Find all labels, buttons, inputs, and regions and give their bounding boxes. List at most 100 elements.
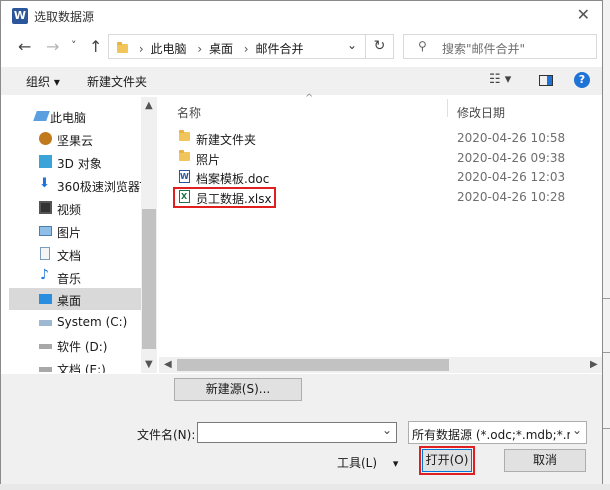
background-window-bottom	[0, 484, 610, 490]
dialog-title: 选取数据源	[34, 10, 95, 24]
file-row[interactable]: 新建文件夹 2020-04-26 10:58	[173, 128, 593, 148]
file-name: 新建文件夹	[196, 133, 257, 147]
address-bar[interactable]: › 此电脑 › 桌面 › 邮件合并 ⌄	[108, 34, 366, 59]
sidebar-item-label: 此电脑	[50, 111, 87, 125]
nut-cloud-icon	[39, 132, 52, 145]
file-row[interactable]: 档案模板.doc 2020-04-26 12:03	[173, 167, 593, 187]
scroll-up-icon[interactable]: ▲	[145, 100, 153, 111]
sidebar-item-documents[interactable]: 文档	[9, 243, 141, 265]
title-bar: W 选取数据源 ✕	[1, 1, 602, 31]
up-arrow-icon[interactable]: ↑	[89, 37, 102, 56]
sidebar-item-music[interactable]: ♪ 音乐	[9, 266, 141, 288]
scroll-down-icon[interactable]: ▼	[145, 359, 153, 370]
file-name: 档案模板.doc	[196, 172, 270, 186]
sidebar-item-pictures[interactable]: 图片	[9, 220, 141, 242]
tools-menu[interactable]: 工具(L) ▾	[337, 454, 398, 471]
file-type-value: 所有数据源 (*.odc;*.mdb;*.md(	[412, 428, 570, 442]
scrollbar-thumb[interactable]	[177, 359, 449, 371]
file-date: 2020-04-26 09:38	[457, 151, 566, 165]
file-name: 照片	[196, 153, 221, 167]
column-divider[interactable]	[447, 99, 448, 117]
folder-icon	[117, 42, 128, 53]
file-list-horizontal-scrollbar[interactable]: ◀ ▶	[159, 357, 602, 373]
refresh-icon[interactable]: ↻	[366, 34, 394, 59]
tools-dropdown-icon: ▾	[392, 457, 399, 470]
scroll-left-icon[interactable]: ◀	[164, 359, 172, 370]
download-icon: ⬇	[39, 176, 50, 191]
select-data-source-dialog: W 选取数据源 ✕ ← → ˅ ↑ › 此电脑 › 桌面 › 邮件合并 ⌄ ↻ …	[0, 0, 603, 484]
folder-icon	[179, 150, 190, 161]
desktop-icon	[39, 294, 52, 304]
background-line	[602, 428, 610, 429]
sidebar-item-3d-objects[interactable]: 3D 对象	[9, 151, 141, 173]
highlight-box	[173, 187, 276, 208]
filename-dropdown-chevron-icon[interactable]: ⌄	[382, 423, 392, 437]
music-icon: ♪	[40, 267, 49, 283]
sidebar-item-videos[interactable]: 视频	[9, 197, 141, 219]
breadcrumb-separator-icon: ›	[197, 42, 203, 56]
sidebar-item-label: 坚果云	[57, 134, 94, 148]
sidebar-item-documents-e[interactable]: 文档 (E:)	[9, 357, 141, 373]
tools-label: 工具(L)	[337, 456, 378, 470]
filename-label: 文件名(N):	[137, 428, 196, 442]
new-folder-button[interactable]: 新建文件夹	[87, 73, 147, 90]
organize-menu[interactable]: 组织 ▾	[26, 73, 60, 90]
help-icon[interactable]: ?	[574, 72, 590, 88]
breadcrumb-item[interactable]: 邮件合并	[255, 42, 303, 56]
breadcrumb-separator-icon: ›	[138, 42, 144, 56]
sidebar-item-label: 音乐	[57, 272, 82, 286]
background-line	[602, 352, 610, 353]
back-arrow-icon[interactable]: ←	[18, 37, 31, 56]
dialog-footer: 新建源(S)... 文件名(N): ⌄ 所有数据源 (*.odc;*.mdb;*…	[1, 374, 602, 484]
preview-pane-icon[interactable]	[539, 75, 553, 86]
address-dropdown-chevron-icon[interactable]: ⌄	[347, 38, 357, 52]
3d-objects-icon	[39, 155, 52, 168]
sidebar-item-desktop[interactable]: 桌面	[9, 288, 141, 310]
breadcrumb-item[interactable]: 此电脑	[150, 42, 186, 56]
navigation-pane-scrollbar[interactable]: ▲ ▼	[141, 97, 157, 373]
cancel-button[interactable]: 取消	[504, 449, 586, 472]
sidebar-item-system-c[interactable]: System (C:)	[9, 311, 141, 333]
background-line	[602, 298, 610, 299]
scrollbar-thumb[interactable]	[142, 209, 156, 349]
file-date: 2020-04-26 12:03	[457, 170, 566, 184]
document-icon	[40, 247, 50, 260]
file-row[interactable]: 照片 2020-04-26 09:38	[173, 148, 593, 168]
sidebar-item-software-d[interactable]: 软件 (D:)	[9, 334, 141, 356]
breadcrumb: › 此电脑 › 桌面 › 邮件合并	[117, 40, 306, 57]
sidebar-item-label: 视频	[57, 203, 82, 217]
navigation-pane: 此电脑 坚果云 3D 对象 ⬇ 360极速浏览器T 视频 图片 文档 ♪ 音乐	[9, 97, 141, 373]
drive-icon	[39, 344, 52, 349]
sort-ascending-icon: ^	[305, 93, 314, 104]
search-placeholder: 搜索"邮件合并"	[442, 42, 526, 56]
file-date: 2020-04-26 10:28	[457, 190, 566, 204]
sidebar-item-label: System (C:)	[57, 315, 128, 329]
sidebar-item-label: 软件 (D:)	[57, 340, 108, 354]
sidebar-item-nutstore[interactable]: 坚果云	[9, 128, 141, 150]
picture-icon	[39, 226, 52, 236]
sidebar-item-label: 图片	[57, 226, 82, 240]
command-toolbar: 组织 ▾ 新建文件夹 ☷ ▾ ?	[1, 67, 602, 95]
new-source-button[interactable]: 新建源(S)...	[174, 378, 302, 401]
column-header-date[interactable]: 修改日期	[457, 104, 505, 121]
file-type-select[interactable]: 所有数据源 (*.odc;*.mdb;*.md( ⌄	[408, 421, 587, 444]
column-header-name[interactable]: 名称	[177, 104, 201, 121]
drive-icon	[39, 367, 52, 372]
file-type-chevron-icon[interactable]: ⌄	[572, 423, 582, 437]
forward-arrow-icon[interactable]: →	[46, 37, 59, 56]
recent-locations-chevron-icon[interactable]: ˅	[71, 39, 77, 52]
sidebar-item-this-pc[interactable]: 此电脑	[9, 105, 141, 127]
sidebar-item-360-browser[interactable]: ⬇ 360极速浏览器T	[9, 174, 141, 196]
sidebar-item-label: 3D 对象	[57, 157, 102, 171]
sidebar-item-label: 文档	[57, 249, 82, 263]
breadcrumb-separator-icon: ›	[243, 42, 249, 56]
breadcrumb-item[interactable]: 桌面	[209, 42, 233, 56]
search-box[interactable]: ⚲ 搜索"邮件合并"	[403, 34, 597, 59]
computer-icon	[33, 111, 50, 121]
close-icon[interactable]: ✕	[577, 5, 590, 24]
drive-icon	[39, 320, 52, 326]
scroll-right-icon[interactable]: ▶	[590, 359, 598, 370]
view-options-icon[interactable]: ☷ ▾	[489, 72, 511, 87]
sidebar-item-label: 桌面	[57, 294, 82, 308]
filename-field[interactable]: ⌄	[197, 422, 397, 443]
